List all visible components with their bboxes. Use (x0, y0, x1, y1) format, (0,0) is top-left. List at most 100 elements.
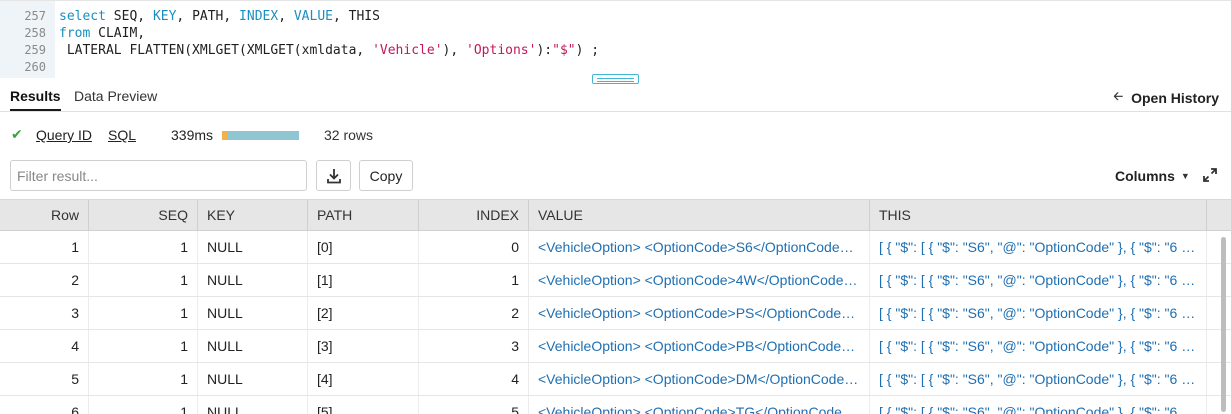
query-id-link[interactable]: Query ID (36, 127, 92, 143)
expand-icon[interactable] (1203, 168, 1217, 182)
cell-value[interactable]: <VehicleOption> <OptionCode>S6</OptionCo… (529, 231, 870, 263)
line-number: 260 (24, 60, 46, 74)
open-history-label: Open History (1131, 89, 1219, 106)
open-history-button[interactable]: 🡠 Open History (1113, 87, 1219, 108)
sql-keyword: select (59, 9, 106, 24)
line-number: 259 (24, 43, 46, 57)
cell-value[interactable]: <VehicleOption> <OptionCode>DM</OptionCo… (529, 363, 870, 395)
download-icon (327, 169, 341, 184)
sql-string: 'Vehicle' (372, 43, 443, 58)
table-row[interactable]: 4 1 NULL [3] 3 <VehicleOption> <OptionCode>PB… (0, 330, 1231, 363)
cell-value[interactable]: <VehicleOption> <OptionCode>PS</OptionCo… (529, 297, 870, 329)
results-table: Row SEQ KEY PATH INDEX VALUE THIS 1 1 NULL… (0, 199, 1231, 414)
table-row[interactable]: 2 1 NULL [1] 1 <VehicleOption> <OptionCode>4W… (0, 264, 1231, 297)
sql-link[interactable]: SQL (108, 127, 136, 143)
sql-keyword: INDEX (239, 9, 279, 24)
table-row[interactable]: 1 1 NULL [0] 0 <VehicleOption> <OptionCode>S6… (0, 231, 1231, 264)
sql-token: CLAIM, (90, 26, 146, 41)
sql-editor[interactable]: 257 select SEQ, KEY, PATH, INDEX, VALUE, … (0, 0, 1231, 84)
cell-this[interactable]: [ { "$": [ { "$": "S6", "@": "OptionCode… (870, 330, 1207, 362)
table-row[interactable]: 6 1 NULL [5] 5 <VehicleOption> <OptionCode>TG… (0, 396, 1231, 414)
table-header: Row SEQ KEY PATH INDEX VALUE THIS (0, 199, 1231, 231)
row-count: 32 rows (324, 127, 374, 143)
code-text: select SEQ, KEY, PATH, INDEX, VALUE, THI… (59, 8, 380, 25)
cell-index: 0 (419, 231, 529, 263)
column-header-key[interactable]: KEY (198, 200, 308, 231)
cell-this[interactable]: [ { "$": [ { "$": "S6", "@": "OptionCode… (870, 396, 1207, 414)
cell-index: 5 (419, 396, 529, 414)
sql-keyword: KEY (152, 9, 177, 24)
columns-label: Columns (1115, 168, 1175, 184)
query-stats: ✔ Query ID SQL 339ms 32 rows (0, 126, 700, 144)
result-tabs: Results Data Preview 🡠 Open History (0, 84, 1231, 112)
sql-token: ) ; (575, 43, 600, 58)
cell-key: NULL (198, 231, 308, 263)
cell-row: 2 (0, 264, 89, 296)
tab-results[interactable]: Results (10, 88, 61, 111)
sql-keyword: VALUE (293, 9, 333, 24)
cell-index: 4 (419, 363, 529, 395)
caret-down-icon: ▼ (1180, 171, 1190, 181)
code-line[interactable]: 259 LATERAL FLATTEN(XMLGET(XMLGET(xmldat… (0, 42, 1231, 59)
column-header-seq[interactable]: SEQ (89, 200, 198, 231)
cell-value[interactable]: <VehicleOption> <OptionCode>4W</OptionCo… (529, 264, 870, 296)
query-duration: 339ms (171, 127, 214, 143)
sql-token: SEQ, (105, 9, 153, 24)
cell-this[interactable]: [ { "$": [ { "$": "S6", "@": "OptionCode… (870, 363, 1207, 395)
cell-path: [3] (308, 330, 419, 362)
cell-this[interactable]: [ { "$": [ { "$": "S6", "@": "OptionCode… (870, 297, 1207, 329)
cell-key: NULL (198, 363, 308, 395)
cell-seq: 1 (89, 330, 198, 362)
cell-seq: 1 (89, 363, 198, 395)
code-text: LATERAL FLATTEN(XMLGET(XMLGET(xmldata, '… (59, 42, 599, 59)
tab-data-preview[interactable]: Data Preview (74, 88, 157, 104)
check-icon: ✔ (11, 126, 23, 142)
copy-button[interactable]: Copy (359, 160, 413, 191)
cell-row: 6 (0, 396, 89, 414)
cell-row: 3 (0, 297, 89, 329)
sql-token: ), (442, 43, 467, 58)
column-header-value[interactable]: VALUE (529, 200, 870, 231)
cell-index: 3 (419, 330, 529, 362)
vertical-scrollbar[interactable] (1221, 237, 1226, 412)
cell-seq: 1 (89, 264, 198, 296)
code-line[interactable]: 257 select SEQ, KEY, PATH, INDEX, VALUE, … (0, 8, 1231, 25)
cell-path: [1] (308, 264, 419, 296)
cell-row: 5 (0, 363, 89, 395)
filter-result-input[interactable] (10, 160, 307, 191)
sql-token: , (278, 9, 294, 24)
line-number: 257 (24, 9, 46, 23)
cell-index: 2 (419, 297, 529, 329)
table-row[interactable]: 3 1 NULL [2] 2 <VehicleOption> <OptionCode>PS… (0, 297, 1231, 330)
cell-seq: 1 (89, 396, 198, 414)
cell-row: 1 (0, 231, 89, 263)
cell-key: NULL (198, 330, 308, 362)
query-timing-bar[interactable] (222, 131, 299, 140)
cell-path: [5] (308, 396, 419, 414)
column-header-this[interactable]: THIS (870, 200, 1207, 231)
line-number: 258 (24, 26, 46, 40)
arrow-left-icon: 🡠 (1113, 89, 1124, 103)
columns-dropdown[interactable]: Columns ▼ (1115, 168, 1190, 184)
cell-row: 4 (0, 330, 89, 362)
sql-token: ): (536, 43, 553, 58)
cell-this[interactable]: [ { "$": [ { "$": "S6", "@": "OptionCode… (870, 264, 1207, 296)
column-header-path[interactable]: PATH (308, 200, 419, 231)
download-button[interactable] (316, 160, 351, 191)
cell-value[interactable]: <VehicleOption> <OptionCode>TG</OptionCo… (529, 396, 870, 414)
sql-keyword: from (59, 26, 91, 41)
table-row[interactable]: 5 1 NULL [4] 4 <VehicleOption> <OptionCode>DM… (0, 363, 1231, 396)
code-line[interactable]: 258 from CLAIM, (0, 25, 1231, 42)
cell-this[interactable]: [ { "$": [ { "$": "S6", "@": "OptionCode… (870, 231, 1207, 263)
sql-string: 'Options' (466, 43, 537, 58)
editor-resize-handle[interactable] (592, 74, 639, 84)
cell-key: NULL (198, 264, 308, 296)
cell-path: [0] (308, 231, 419, 263)
cell-value[interactable]: <VehicleOption> <OptionCode>PB</OptionCo… (529, 330, 870, 362)
sql-string: "$" (552, 43, 576, 58)
sql-token: , PATH, (176, 9, 240, 24)
column-header-row[interactable]: Row (0, 200, 89, 231)
cell-key: NULL (198, 297, 308, 329)
cell-seq: 1 (89, 297, 198, 329)
column-header-index[interactable]: INDEX (419, 200, 529, 231)
